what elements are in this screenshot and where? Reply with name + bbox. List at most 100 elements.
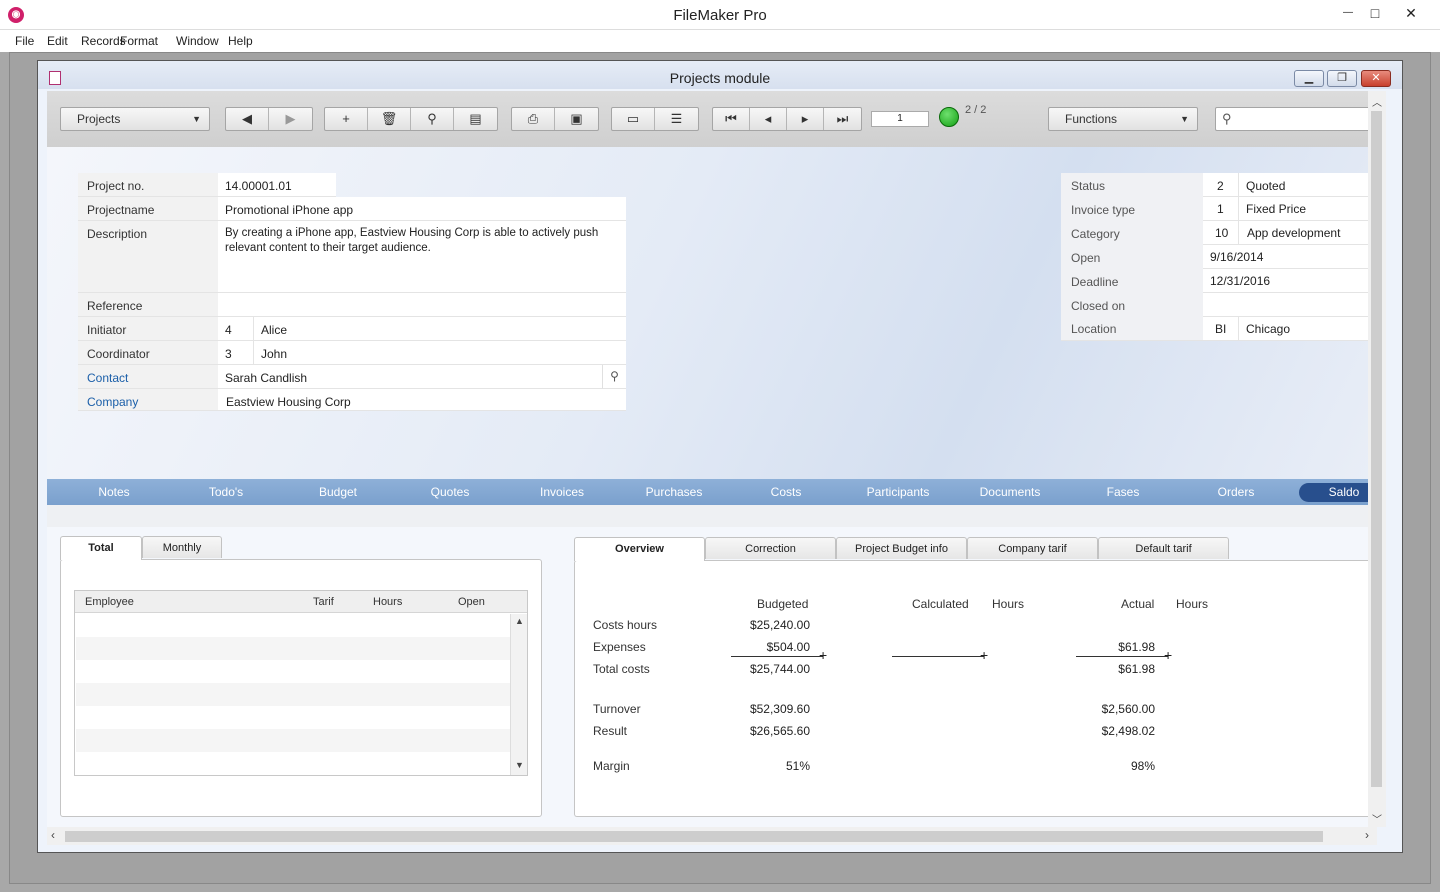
- header-hours-actual: Hours: [1176, 597, 1209, 611]
- find-icon[interactable]: ⚲: [411, 108, 454, 130]
- functions-dropdown[interactable]: Functions ▼: [1048, 107, 1198, 131]
- status-code: 2: [1217, 179, 1224, 193]
- column-open[interactable]: Open: [458, 596, 485, 608]
- column-tarif[interactable]: Tarif: [313, 596, 334, 608]
- nav-arrows-group: ◀ ▶: [225, 107, 313, 131]
- coordinator-name-field[interactable]: [254, 341, 626, 365]
- contact-search-icon[interactable]: ⚲: [602, 365, 626, 389]
- tab-invoices[interactable]: Invoices: [506, 485, 618, 499]
- tab-default-tarif[interactable]: Default tarif: [1098, 537, 1229, 559]
- duplicate-icon[interactable]: ▤: [454, 108, 497, 130]
- next-layout-icon[interactable]: ▶: [269, 108, 312, 130]
- menu-records[interactable]: Format: [120, 34, 158, 48]
- scroll-right-icon[interactable]: ›: [1365, 828, 1369, 842]
- tab-todos[interactable]: Todo's: [170, 485, 282, 499]
- sum-rule-budgeted: [731, 656, 823, 657]
- last-record-icon[interactable]: ⏭: [824, 108, 861, 130]
- tab-saldo[interactable]: Saldo: [1299, 483, 1377, 502]
- menu-window[interactable]: Help: [228, 34, 253, 48]
- record-number-input[interactable]: 1: [871, 111, 929, 127]
- tab-total[interactable]: Total: [60, 536, 142, 560]
- delete-record-icon[interactable]: 🗑: [368, 108, 411, 130]
- close-button[interactable]: ✕: [1396, 2, 1426, 24]
- scroll-left-icon[interactable]: ‹: [51, 828, 55, 842]
- location-value: Chicago: [1246, 322, 1291, 336]
- closed-on-field[interactable]: [1203, 293, 1377, 317]
- table-row[interactable]: [76, 752, 510, 775]
- tab-quotes[interactable]: Quotes: [394, 485, 506, 499]
- scroll-thumb[interactable]: [1371, 111, 1382, 787]
- new-record-icon[interactable]: +: [325, 108, 368, 130]
- initiator-name-field[interactable]: [254, 317, 626, 341]
- table-row[interactable]: [76, 614, 510, 637]
- table-row[interactable]: [76, 706, 510, 729]
- coordinator-name: John: [261, 347, 288, 361]
- column-employee[interactable]: Employee: [85, 596, 134, 608]
- overview-panel: Budgeted Calculated Hours Actual Hours C…: [574, 560, 1377, 817]
- previous-layout-icon[interactable]: ◀: [226, 108, 269, 130]
- scroll-down-icon[interactable]: ▼: [515, 760, 524, 770]
- column-hours[interactable]: Hours: [373, 596, 402, 608]
- scroll-up-icon[interactable]: ︿: [1372, 94, 1382, 109]
- menu-edit[interactable]: Edit: [47, 34, 68, 48]
- search-input[interactable]: ⚲: [1215, 107, 1377, 131]
- previous-record-icon[interactable]: ◂: [750, 108, 787, 130]
- tab-monthly[interactable]: Monthly: [142, 536, 222, 558]
- tab-overview[interactable]: Overview: [574, 537, 705, 561]
- tab-budget[interactable]: Budget: [282, 485, 394, 499]
- list-view-icon[interactable]: ☰: [655, 108, 698, 130]
- total-costs-budgeted: $25,744.00: [749, 662, 810, 676]
- reference-field[interactable]: [218, 293, 626, 317]
- print-icon[interactable]: ⎙: [512, 108, 555, 130]
- tab-documents[interactable]: Documents: [954, 485, 1066, 499]
- table-row[interactable]: [76, 637, 510, 660]
- record-status-icon: [939, 107, 959, 127]
- tab-notes[interactable]: Notes: [58, 485, 170, 499]
- coordinator-code-field[interactable]: [218, 341, 254, 365]
- initiator-code-field[interactable]: [218, 317, 254, 341]
- grid-scrollbar[interactable]: ▲ ▼: [510, 614, 527, 775]
- invoice-type-label: Invoice type: [1071, 203, 1136, 217]
- contact-link[interactable]: Contact: [87, 371, 128, 385]
- tab-correction[interactable]: Correction: [705, 537, 836, 559]
- projectname-value: Promotional iPhone app: [225, 203, 354, 217]
- employee-grid: Employee Tarif Hours Open ▲ ▼: [74, 590, 528, 776]
- table-row[interactable]: [76, 683, 510, 706]
- maximize-button[interactable]: □: [1360, 2, 1390, 24]
- form-view-icon[interactable]: ▭: [612, 108, 655, 130]
- tab-fases[interactable]: Fases: [1067, 485, 1179, 499]
- menu-format[interactable]: Window: [176, 34, 219, 48]
- minimize-button[interactable]: —: [1333, 2, 1363, 24]
- open-value: 9/16/2014: [1210, 250, 1264, 264]
- scroll-up-icon[interactable]: ▲: [515, 616, 524, 626]
- layout-dropdown[interactable]: Projects ▼: [60, 107, 210, 131]
- first-record-icon[interactable]: ⏮: [713, 108, 750, 130]
- tab-participants[interactable]: Participants: [842, 485, 954, 499]
- next-record-icon[interactable]: ▸: [787, 108, 824, 130]
- scroll-thumb[interactable]: [65, 831, 1323, 842]
- expenses-actual: $61.98: [1118, 640, 1155, 654]
- vertical-scrollbar[interactable]: ︿ ﹀: [1368, 91, 1386, 827]
- plus-icon: +: [1164, 647, 1173, 663]
- tab-costs[interactable]: Costs: [730, 485, 842, 499]
- table-row[interactable]: [76, 660, 510, 683]
- company-link[interactable]: Company: [87, 395, 138, 409]
- tab-project-budget-info[interactable]: Project Budget info: [836, 537, 967, 559]
- coordinator-label: Coordinator: [87, 347, 150, 361]
- closed-on-label: Closed on: [1071, 299, 1126, 313]
- tab-orders[interactable]: Orders: [1180, 485, 1292, 499]
- open-label: Open: [1071, 251, 1101, 265]
- menu-view[interactable]: Records: [81, 34, 126, 48]
- print-setup-icon[interactable]: ▣: [555, 108, 598, 130]
- scroll-down-icon[interactable]: ﹀: [1372, 811, 1382, 826]
- tab-purchases[interactable]: Purchases: [618, 485, 730, 499]
- plus-icon: +: [980, 647, 989, 663]
- project-fields-left: ⚲ Project no. 14.00001.01 Projectname Pr…: [78, 173, 628, 411]
- tab-company-tarif[interactable]: Company tarif: [967, 537, 1098, 559]
- table-row[interactable]: [76, 729, 510, 752]
- child-close-button[interactable]: ✕: [1361, 70, 1391, 87]
- horizontal-scrollbar[interactable]: ‹ ›: [47, 827, 1377, 845]
- child-minimize-button[interactable]: ▁: [1294, 70, 1324, 87]
- menu-file[interactable]: File: [15, 34, 34, 48]
- child-restore-button[interactable]: ❐: [1327, 70, 1357, 87]
